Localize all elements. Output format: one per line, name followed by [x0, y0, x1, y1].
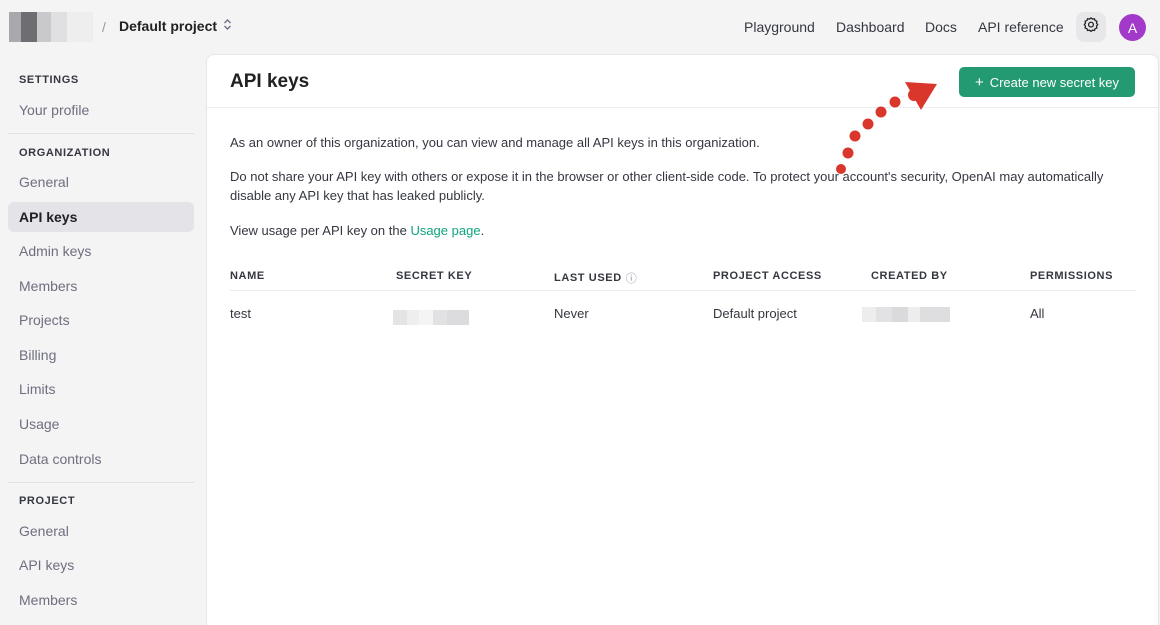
nav-dashboard[interactable]: Dashboard	[836, 19, 905, 35]
sidebar-item-project-api-keys[interactable]: API keys	[8, 550, 194, 580]
sidebar-item-usage[interactable]: Usage	[8, 409, 194, 439]
sidebar-item-project-general[interactable]: General	[8, 516, 194, 546]
nav-playground[interactable]: Playground	[744, 19, 815, 35]
sidebar-item-project-members[interactable]: Members	[8, 585, 194, 615]
header-label: LAST USED	[554, 272, 622, 284]
secret-key-redacted	[393, 310, 469, 325]
table-divider	[230, 290, 1136, 291]
column-header-project-access: PROJECT ACCESS	[713, 270, 822, 282]
org-logo-redacted[interactable]	[9, 12, 93, 42]
header-label: CREATED BY	[871, 270, 948, 282]
breadcrumb-separator: /	[102, 19, 106, 35]
sidebar: SETTINGS Your profile ORGANIZATION Gener…	[0, 54, 206, 625]
sidebar-item-projects[interactable]: Projects	[8, 305, 194, 335]
settings-button[interactable]	[1076, 12, 1106, 42]
header-label: PROJECT ACCESS	[713, 270, 822, 282]
create-secret-key-button[interactable]: + Create new secret key	[959, 67, 1135, 97]
create-button-label: Create new secret key	[989, 74, 1120, 90]
header-label: NAME	[230, 270, 265, 282]
gear-icon	[1082, 16, 1100, 39]
last-used-cell: Never	[554, 306, 589, 321]
nav-docs[interactable]: Docs	[925, 19, 957, 35]
sidebar-item-org-api-keys[interactable]: API keys	[8, 202, 194, 232]
plus-icon: +	[974, 73, 984, 91]
key-name-cell: test	[230, 306, 251, 321]
sidebar-item-org-members[interactable]: Members	[8, 271, 194, 301]
column-header-last-used: LAST USED ⓘ	[554, 270, 637, 286]
permissions-cell: All	[1030, 306, 1045, 321]
project-name: Default project	[119, 18, 218, 34]
usage-description: View usage per API key on the Usage page…	[230, 221, 1140, 240]
user-avatar[interactable]: A	[1119, 14, 1146, 41]
sidebar-heading-settings: SETTINGS	[19, 74, 79, 86]
security-warning: Do not share your API key with others or…	[230, 169, 1104, 203]
top-bar: / Default project Playground Dashboard D…	[0, 0, 1160, 54]
info-icon[interactable]: ⓘ	[626, 270, 638, 286]
page-header: API keys + Create new secret key	[207, 55, 1158, 108]
chevron-updown-icon	[223, 18, 232, 34]
sidebar-item-billing[interactable]: Billing	[8, 340, 194, 370]
sidebar-item-limits[interactable]: Limits	[8, 374, 194, 404]
sidebar-divider	[8, 133, 194, 134]
header-label: SECRET KEY	[396, 270, 473, 282]
usage-suffix: .	[480, 223, 485, 238]
sidebar-heading-organization: ORGANIZATION	[19, 147, 111, 159]
sidebar-item-org-general[interactable]: General	[8, 167, 194, 197]
header-label: PERMISSIONS	[1030, 270, 1114, 282]
sidebar-item-admin-keys[interactable]: Admin keys	[8, 236, 194, 266]
usage-prefix: View usage per API key on the	[230, 223, 411, 238]
main-panel: API keys + Create new secret key As an o…	[206, 54, 1159, 625]
usage-page-link[interactable]: Usage page	[410, 223, 480, 238]
created-by-redacted	[862, 307, 950, 322]
column-header-name: NAME	[230, 270, 265, 282]
page-title: API keys	[230, 71, 310, 92]
owner-description: As an owner of this organization, you ca…	[230, 135, 760, 150]
sidebar-heading-project: PROJECT	[19, 495, 76, 507]
column-header-created-by: CREATED BY	[871, 270, 948, 282]
sidebar-divider	[8, 482, 194, 483]
column-header-permissions: PERMISSIONS	[1030, 270, 1113, 282]
project-selector[interactable]: Default project	[119, 18, 232, 34]
project-access-cell: Default project	[713, 306, 797, 321]
sidebar-item-your-profile[interactable]: Your profile	[8, 95, 194, 125]
nav-api-reference[interactable]: API reference	[978, 19, 1064, 35]
column-header-secret-key: SECRET KEY	[396, 270, 472, 282]
sidebar-item-data-controls[interactable]: Data controls	[8, 444, 194, 474]
